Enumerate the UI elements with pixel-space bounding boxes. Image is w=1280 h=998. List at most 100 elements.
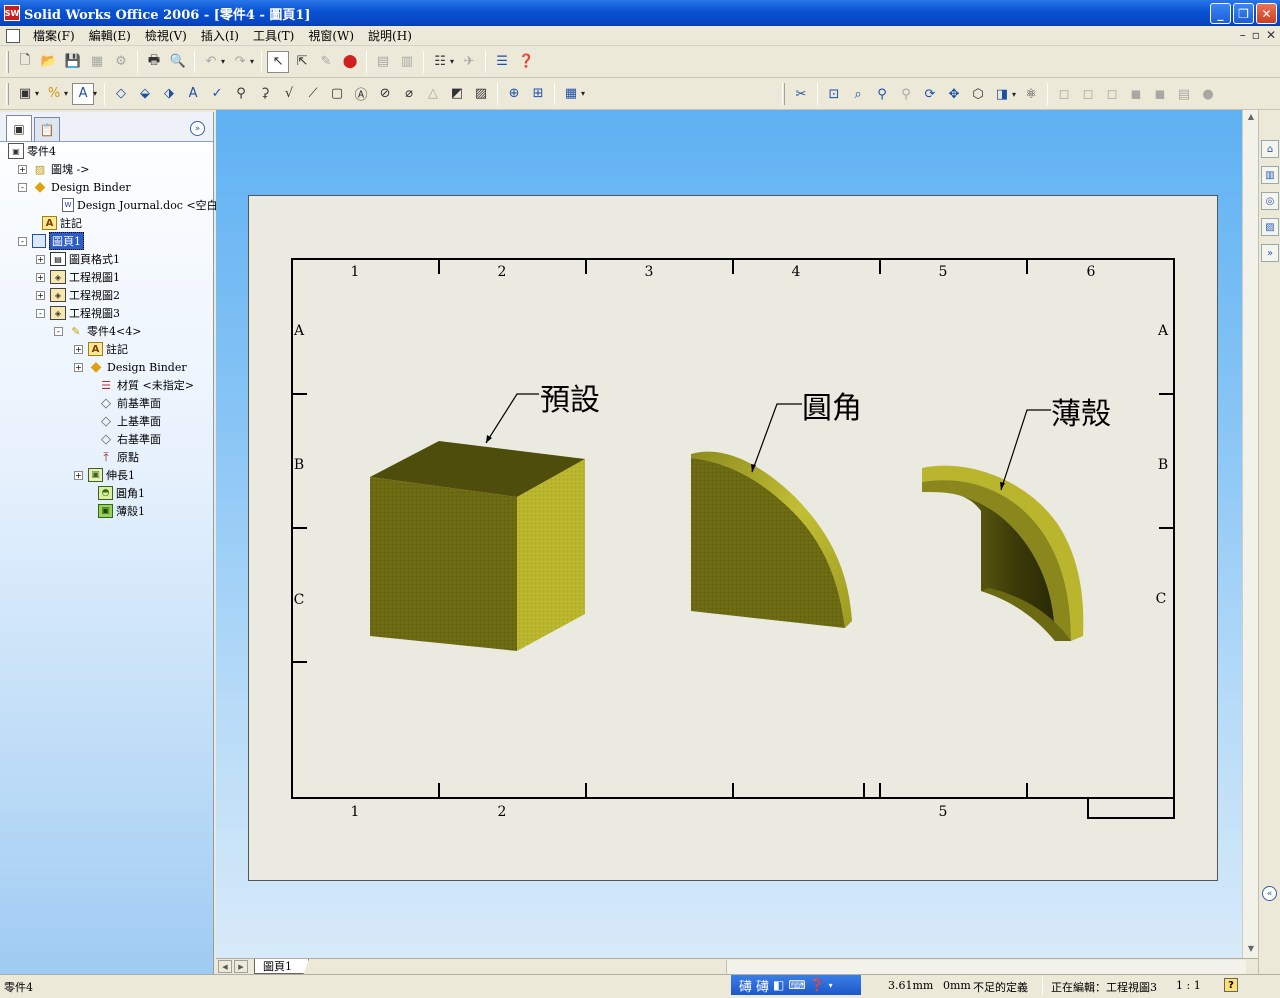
tree-item[interactable]: + ◆ Design Binder [74,358,187,376]
layer-icon[interactable]: % [43,83,65,105]
status-help-icon[interactable]: ? [1224,978,1238,992]
doc-minimize-icon[interactable]: – [1240,28,1246,42]
tree-item[interactable]: ◇ 前基準面 [84,394,161,412]
menu-view[interactable]: 檢視(V) [138,27,194,44]
tree-item[interactable]: - ◆ Design Binder [18,178,131,196]
geometric-tolerance-icon[interactable]: ▢ [326,83,348,105]
make-drawing-icon[interactable]: ▦ [86,51,108,73]
tree-item[interactable]: ◇ 右基準面 [84,430,161,448]
note-icon[interactable]: A [182,83,204,105]
horizontal-scrollbar[interactable] [726,960,1246,974]
solidworks-resources-icon[interactable]: ⌂ [1261,140,1279,158]
print-preview-icon[interactable]: 🔍 [167,51,189,73]
property-manager-tab-icon[interactable]: 📋 [34,117,60,141]
collapse-toggle-icon[interactable]: - [36,308,45,318]
ime-help-icon[interactable]: ❓ [810,978,825,992]
zoom-in-out-icon[interactable]: ⚲ [871,83,893,105]
collapse-toggle-icon[interactable]: - [54,326,63,336]
properties-icon[interactable]: ☰ [491,51,513,73]
area-hatch-icon[interactable]: ◩ [446,83,468,105]
traffic-light-icon[interactable]: ⬤ [339,51,361,73]
table-icon[interactable]: ▦ [560,83,582,105]
options-icon[interactable]: ☷ [429,51,451,73]
sheet-tab-1[interactable]: 圖頁1 [254,959,309,974]
spell-check-icon[interactable]: ✓ [206,83,228,105]
section-view-icon[interactable]: ▤ [1173,83,1195,105]
magnet-tool-icon[interactable]: ✂ [790,83,812,105]
auto-dimension-icon[interactable]: ⬗ [158,83,180,105]
toolbar-grip[interactable] [6,50,9,73]
ime-keyboard-icon[interactable]: ⌨ [788,978,805,992]
toolbar-grip-3[interactable] [782,83,785,105]
datum-target-icon[interactable]: ⊘ [374,83,396,105]
file-explorer-icon[interactable]: ◎ [1261,192,1279,210]
select-other-icon[interactable]: ⇱ [291,51,313,73]
model-view-icon[interactable]: ▣ [14,83,36,105]
make-assembly-icon[interactable]: ⚙ [110,51,132,73]
hidden-lines-visible-icon[interactable]: ◻ [1077,83,1099,105]
menu-file[interactable]: 檔案(F) [26,27,82,44]
model-items-icon[interactable]: ⬙ [134,83,156,105]
layers-icon[interactable]: ▥ [396,51,418,73]
zoom-to-fit-icon[interactable]: ⊡ [823,83,845,105]
center-mark-icon[interactable]: ⊕ [503,83,525,105]
tree-item[interactable]: + ◈ 工程視圖1 [36,268,120,286]
solidworks-app-icon[interactable]: SW [4,5,20,21]
tree-item[interactable]: - ◈ 工程視圖3 [36,304,120,322]
hole-callout-icon[interactable]: ⌀ [398,83,420,105]
select-arrow-icon[interactable]: ↖ [267,50,290,73]
scroll-down-icon[interactable]: ▼ [1244,942,1258,956]
tree-item[interactable]: + ▣ 伸長1 [74,466,135,484]
minimize-icon[interactable]: _ [1210,3,1231,24]
pan-icon[interactable]: ✥ [943,83,965,105]
zoom-to-area-icon[interactable]: ⌕ [847,83,869,105]
view-settings-icon[interactable]: ⚛ [1020,83,1042,105]
document-menu-icon[interactable] [6,28,20,43]
view-palette-icon[interactable]: ▨ [1261,218,1279,236]
tree-item[interactable]: ◓ 圓角1 [84,484,145,502]
tree-item[interactable]: + A 註記 [74,340,128,358]
centerline-icon[interactable]: ⊞ [527,83,549,105]
expand-toggle-icon[interactable]: + [36,272,45,282]
tree-item[interactable]: ◇ 上基準面 [84,412,161,430]
rebuild-icon[interactable]: ✈ [458,51,480,73]
tree-item[interactable]: + ▤ 圖頁格式1 [36,250,120,268]
weld-symbol-icon[interactable]: ⟋ [302,83,324,105]
expand-toggle-icon[interactable]: + [74,344,83,354]
menu-edit[interactable]: 編輯(E) [82,27,138,44]
new-document-icon[interactable]: 🗋 [14,51,36,73]
ime-mode[interactable]: 礡 [739,976,752,995]
vertical-scrollbar[interactable]: ▲ ▼ [1242,110,1258,958]
collapse-toggle-icon[interactable]: - [18,236,27,246]
ime-menu-icon[interactable]: ▾ [829,981,833,990]
font-icon[interactable]: A [72,82,95,105]
display-style-icon[interactable]: ◨ [991,83,1013,105]
tree-item[interactable]: ☰ 材質 <未指定> [84,376,194,394]
restore-icon[interactable]: ❐ [1233,3,1254,24]
doc-restore-icon[interactable]: ▫ [1252,28,1260,42]
auto-balloon-icon[interactable]: ⚳ [254,83,276,105]
next-sheet-icon[interactable]: ▶ [234,960,248,973]
surface-finish-icon[interactable]: √ [278,83,300,105]
expand-toggle-icon[interactable]: + [36,290,45,300]
rotate-view-icon[interactable]: ⟳ [919,83,941,105]
block-icon[interactable]: ▨ [470,83,492,105]
menu-help[interactable]: 說明(H) [361,27,419,44]
help-question-icon[interactable]: ❓ [515,51,537,73]
balloon-icon[interactable]: ⚲ [230,83,252,105]
open-folder-icon[interactable]: 📂 [38,51,60,73]
sketch-icon[interactable]: ✎ [315,51,337,73]
collapse-toggle-icon[interactable]: - [18,182,27,192]
expand-toggle-icon[interactable]: + [36,254,45,264]
cosmetic-thread-icon[interactable]: △ [422,83,444,105]
hidden-lines-removed-icon[interactable]: ◻ [1101,83,1123,105]
shaded-with-edges-icon[interactable]: ◼ [1125,83,1147,105]
expand-toggle-icon[interactable]: + [74,470,83,480]
tree-item[interactable]: W Design Journal.doc <空白> [48,196,227,214]
shaded-icon[interactable]: ◼ [1149,83,1171,105]
prev-sheet-icon[interactable]: ◀ [218,960,232,973]
tree-item[interactable]: - ✎ 零件4<4> [54,322,141,340]
undo-icon[interactable]: ↶ [200,51,222,73]
ime-toolbar[interactable]: 礡 礡 ◧ ⌨ ❓ ▾ [731,975,861,995]
scroll-up-icon[interactable]: ▲ [1244,110,1258,124]
